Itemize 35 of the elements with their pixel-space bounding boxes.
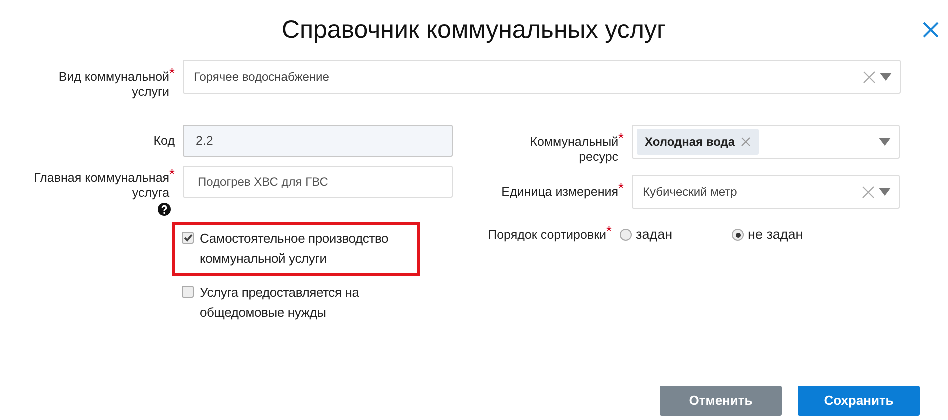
select-field[interactable]: Горячее водоснабжение	[183, 60, 901, 94]
caret-icon[interactable]	[880, 73, 892, 81]
select-field[interactable]: Кубический метр	[632, 175, 900, 209]
radio-option[interactable]: не задан	[732, 225, 804, 246]
tag: Холодная вода	[637, 129, 760, 155]
field-label: Вид коммунальной услуги	[58, 70, 170, 100]
required-mark: *	[170, 169, 175, 179]
checkbox-label: Самостоятельное производство коммунальной услуги	[200, 230, 390, 268]
radio-button[interactable]	[620, 229, 632, 242]
checkbox[interactable]	[182, 232, 194, 244]
clear-icon[interactable]	[863, 70, 876, 84]
text-field[interactable]: Подогрев ХВС для ГВС	[183, 166, 453, 198]
clear-icon[interactable]	[862, 186, 875, 198]
multi-select-field[interactable]: Холодная вода	[632, 125, 900, 159]
field-label: Код	[154, 134, 175, 148]
required-mark: *	[606, 226, 612, 236]
field-label: Единица измерения	[502, 184, 619, 200]
field-label: Главная коммунальная услуга	[33, 171, 170, 201]
remove-icon[interactable]	[741, 137, 752, 147]
required-mark: *	[170, 68, 175, 78]
dialog-title: Справочник коммунальных услуг	[282, 15, 666, 45]
save-button[interactable]: Сохранить	[798, 386, 920, 416]
checkbox[interactable]	[182, 286, 194, 298]
caret-icon[interactable]	[879, 138, 891, 146]
required-mark: *	[618, 133, 624, 143]
checkbox-label: Услуга предоставляется на общедомовые нужды	[200, 284, 360, 322]
radio-button[interactable]	[732, 229, 744, 242]
required-mark: *	[618, 182, 624, 192]
close-icon	[922, 21, 940, 39]
radio-option[interactable]: задан	[620, 225, 732, 246]
help-icon[interactable]	[158, 203, 171, 216]
caret-icon[interactable]	[879, 188, 891, 196]
cancel-button[interactable]: Отменить	[660, 386, 782, 416]
field-label: Коммунальный ресурс	[529, 135, 619, 165]
field-label: Порядок сортировки	[488, 228, 607, 243]
